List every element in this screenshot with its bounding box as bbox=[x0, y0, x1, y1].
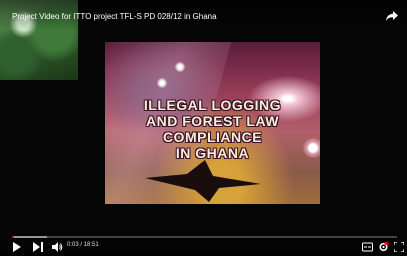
volume-icon[interactable] bbox=[52, 242, 63, 252]
video-frame[interactable]: ILLEGAL LOGGING AND FOREST LAW COMPLIANC… bbox=[105, 42, 320, 204]
lens-flare bbox=[157, 78, 167, 88]
headline-line: COMPLIANCE bbox=[162, 129, 263, 145]
black-star bbox=[145, 160, 261, 202]
headline-line: ILLEGAL LOGGING bbox=[143, 97, 282, 113]
headline-line: IN GHANA bbox=[175, 145, 250, 161]
video-title[interactable]: Project Video for ITTO project TFL-S PD … bbox=[12, 12, 217, 21]
headline-line: AND FOREST LAW bbox=[146, 113, 279, 129]
play-icon[interactable] bbox=[12, 242, 21, 252]
share-icon[interactable] bbox=[385, 10, 399, 22]
subtitles-icon[interactable] bbox=[362, 242, 373, 252]
next-icon[interactable] bbox=[33, 242, 43, 252]
progress-bar[interactable] bbox=[12, 236, 397, 238]
time-display: 0:03 / 18:51 bbox=[67, 242, 99, 248]
fullscreen-icon[interactable] bbox=[394, 242, 404, 252]
video-player[interactable]: Project Video for ITTO project TFL-S PD … bbox=[0, 0, 407, 256]
lens-flare bbox=[175, 62, 185, 72]
control-bar: 0:03 / 18:51 bbox=[0, 236, 407, 256]
played-fill bbox=[12, 236, 14, 238]
title-bar: Project Video for ITTO project TFL-S PD … bbox=[0, 0, 407, 30]
buffered-fill bbox=[12, 236, 47, 238]
video-headline: ILLEGAL LOGGING AND FOREST LAW COMPLIANC… bbox=[105, 97, 320, 161]
settings-icon[interactable] bbox=[378, 242, 389, 252]
